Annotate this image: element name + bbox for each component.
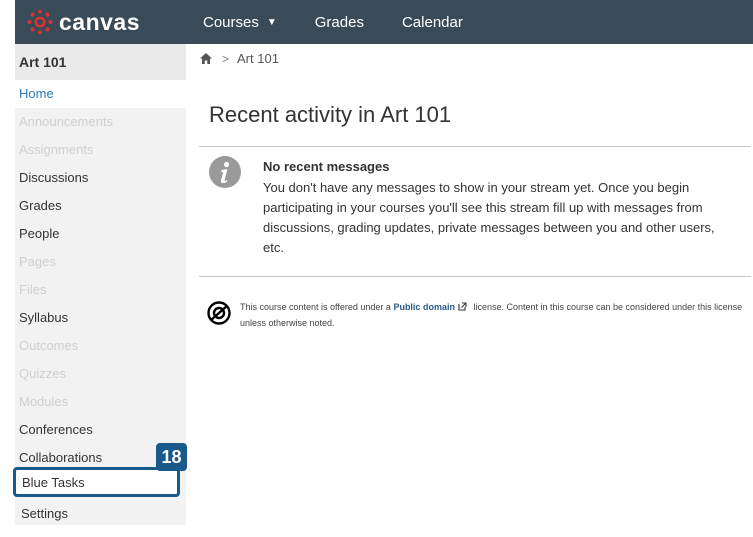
canvas-logo-text: canvas xyxy=(59,8,141,35)
sidebar-item-conferences[interactable]: Conferences xyxy=(15,416,186,444)
sidebar-item-syllabus[interactable]: Syllabus xyxy=(15,304,186,332)
sidebar-item-discussions[interactable]: Discussions xyxy=(15,164,186,192)
message-title: No recent messages xyxy=(263,159,390,174)
sidebar-item-files[interactable]: Files xyxy=(15,276,186,304)
sidebar-item-grades[interactable]: Grades xyxy=(15,192,186,220)
course-title[interactable]: Art 101 xyxy=(15,44,186,80)
message-body: You don't have any messages to show in y… xyxy=(263,180,715,255)
divider xyxy=(199,146,751,147)
info-icon xyxy=(209,156,241,193)
page-title: Recent activity in Art 101 xyxy=(209,102,452,127)
public-domain-icon xyxy=(207,301,231,330)
nav-calendar[interactable]: Calendar xyxy=(402,14,463,31)
canvas-logo-icon xyxy=(27,9,53,35)
nav-grades[interactable]: Grades xyxy=(315,14,364,31)
breadcrumb-current[interactable]: Art 101 xyxy=(237,51,279,66)
nav-courses-label: Courses xyxy=(203,13,259,31)
sidebar-item-settings[interactable]: Settings xyxy=(15,500,186,528)
breadcrumb: > Art 101 xyxy=(200,51,279,66)
sidebar-item-pages[interactable]: Pages xyxy=(15,248,186,276)
sidebar-item-modules[interactable]: Modules xyxy=(15,388,186,416)
sidebar-item-blue-tasks[interactable]: Blue Tasks xyxy=(13,467,180,497)
sidebar-item-outcomes[interactable]: Outcomes xyxy=(15,332,186,360)
home-icon[interactable] xyxy=(200,53,212,64)
sidebar-item-assignments[interactable]: Assignments xyxy=(15,136,186,164)
public-domain-link[interactable]: Public domain xyxy=(393,302,455,312)
chevron-right-icon: > xyxy=(222,51,230,66)
sidebar-item-home[interactable]: Home xyxy=(15,80,186,108)
nav-courses[interactable]: Courses ▼ xyxy=(203,14,277,31)
global-header: canvas Courses ▼ Grades Calendar xyxy=(15,0,753,44)
callout-badge: 18 xyxy=(156,443,187,471)
sidebar-item-quizzes[interactable]: Quizzes xyxy=(15,360,186,388)
license-prefix: This course content is offered under a xyxy=(240,302,391,312)
license-text: This course content is offered under a P… xyxy=(240,299,745,331)
external-link-icon xyxy=(458,302,467,311)
sidebar-item-people[interactable]: People xyxy=(15,220,186,248)
chevron-down-icon: ▼ xyxy=(266,16,277,28)
divider xyxy=(199,276,751,277)
sidebar-item-blue-tasks-label: Blue Tasks xyxy=(22,475,85,490)
canvas-logo[interactable]: canvas xyxy=(27,9,203,36)
sidebar-item-announcements[interactable]: Announcements xyxy=(15,108,186,136)
